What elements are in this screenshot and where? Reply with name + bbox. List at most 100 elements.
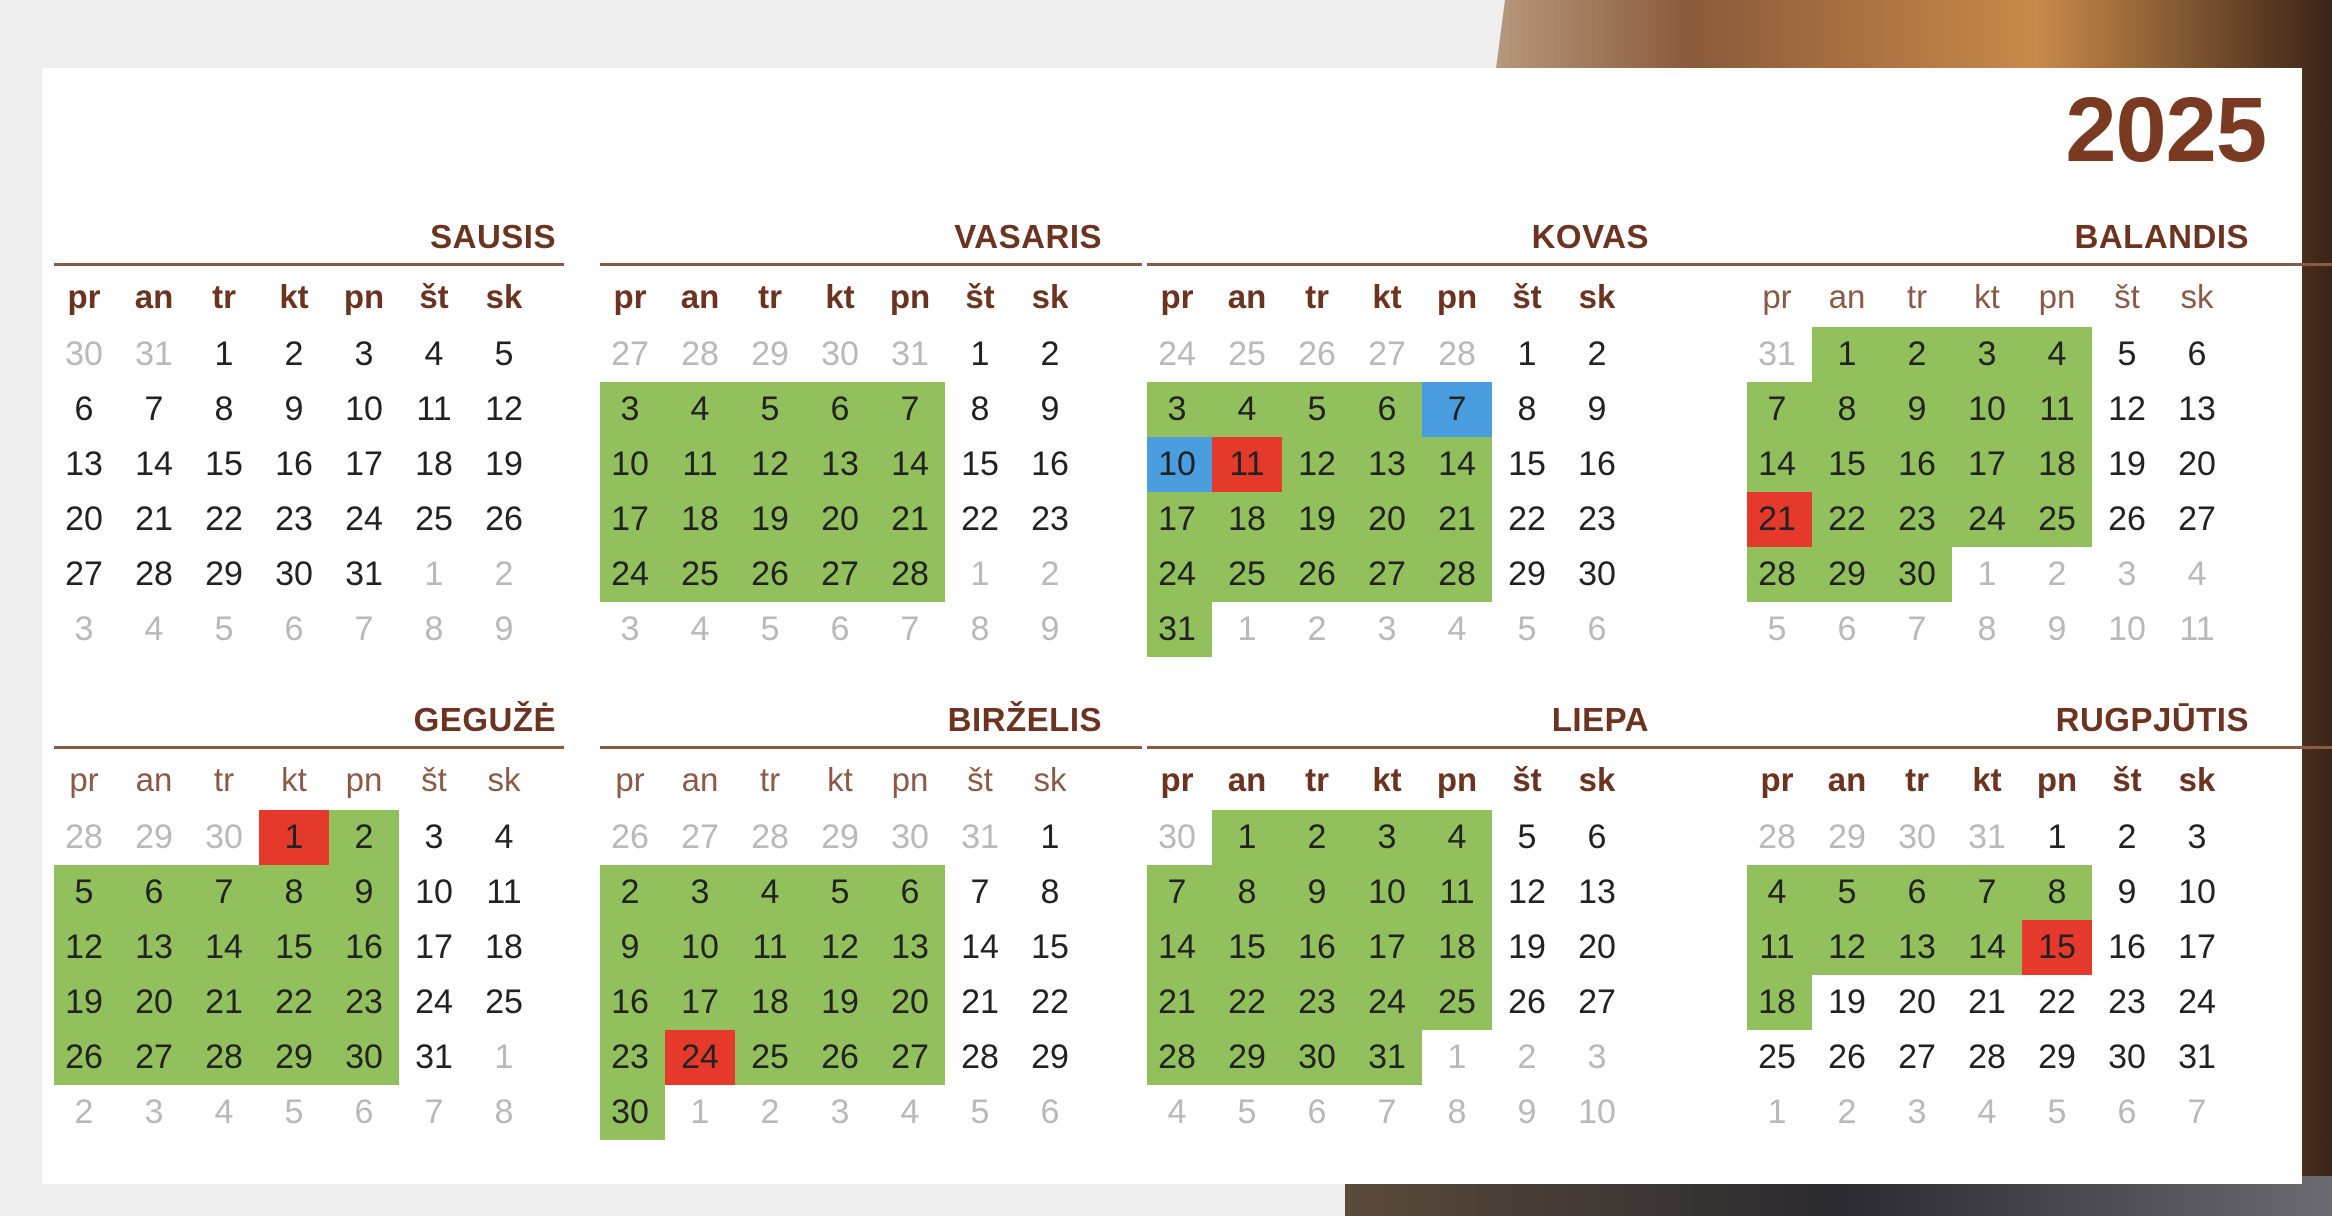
weekday-header: tr	[212, 278, 236, 315]
weekday-header: kt	[1372, 761, 1402, 798]
calendar-day: 4	[690, 390, 710, 428]
weekday-header: sk	[487, 761, 521, 798]
weekday-header: tr	[1905, 761, 1929, 798]
calendar-day: 20	[1578, 928, 1616, 966]
calendar-day: 19	[1508, 928, 1546, 966]
calendar-day: 15	[275, 928, 313, 966]
calendar-day: 9	[284, 390, 304, 428]
calendar-day: 30	[611, 1093, 649, 1131]
calendar-day: 23	[1578, 500, 1616, 538]
calendar-day: 27	[1578, 983, 1616, 1021]
calendar-day: 12	[485, 390, 523, 428]
month-title: BIRŽELIS	[947, 701, 1102, 738]
weekday-header: kt	[1372, 278, 1402, 315]
calendar-day: 7	[1167, 873, 1187, 911]
calendar-day: 11	[2039, 390, 2075, 428]
adjacent-month-day: 1	[970, 555, 990, 593]
calendar-day: 28	[1968, 1038, 2006, 1076]
calendar-day: 14	[1438, 445, 1476, 483]
adjacent-month-day: 29	[751, 335, 789, 373]
calendar-day: 3	[690, 873, 710, 911]
calendar-day: 15	[961, 445, 999, 483]
adjacent-month-day: 4	[2187, 555, 2207, 593]
adjacent-month-day: 31	[1968, 818, 2006, 856]
adjacent-month-day: 3	[1587, 1038, 1607, 1076]
calendar-day: 7	[1977, 873, 1997, 911]
calendar-day: 1	[1517, 335, 1537, 373]
calendar-day: 23	[1298, 983, 1336, 1021]
calendar-day: 15	[1228, 928, 1266, 966]
month-liepa: LIEPA pr an tr kt pn št sk 30 1 2 3 4 5 6 7 8 9 10 11 12 13 14…	[1147, 699, 1747, 1140]
calendar-day: 18	[415, 445, 453, 483]
calendar-day: 7	[214, 873, 234, 911]
calendar-day: 6	[74, 390, 94, 428]
calendar-day: 4	[760, 873, 780, 911]
calendar-day: 9	[1307, 873, 1327, 911]
calendar-day: 17	[611, 500, 649, 538]
calendar-day: 13	[1578, 873, 1616, 911]
calendar-day: 15	[205, 445, 243, 483]
adjacent-month-day: 5	[1517, 610, 1537, 648]
adjacent-month-day: 30	[65, 335, 103, 373]
calendar-day: 2	[620, 873, 640, 911]
calendar-day: 8	[1837, 390, 1857, 428]
adjacent-month-day: 2	[74, 1093, 94, 1131]
adjacent-month-day: 10	[2108, 610, 2146, 648]
weekday-header: kt	[827, 761, 853, 798]
adjacent-month-day: 31	[961, 818, 999, 856]
month-title: KOVAS	[1531, 218, 1649, 255]
calendar-day: 20	[821, 500, 859, 538]
calendar-day: 11	[486, 873, 522, 911]
calendar-day: 12	[821, 928, 859, 966]
calendar-day: 7	[970, 873, 990, 911]
weekday-header: pr	[69, 761, 99, 798]
weekday-header: kt	[825, 278, 855, 315]
calendar-day: 19	[1828, 983, 1866, 1021]
calendar-day: 6	[1587, 818, 1607, 856]
calendar-day: 10	[345, 390, 383, 428]
adjacent-month-day: 11	[2179, 610, 2215, 648]
calendar-day: 17	[2178, 928, 2216, 966]
calendar-day: 11	[1229, 445, 1265, 483]
calendar-day: 18	[1438, 928, 1476, 966]
adjacent-month-day: 3	[1377, 610, 1397, 648]
weekday-header: pn	[1436, 278, 1478, 315]
calendar-day: 14	[1158, 928, 1196, 966]
month-divider	[54, 263, 564, 266]
calendar-day: 27	[65, 555, 103, 593]
adjacent-month-day: 2	[1307, 610, 1327, 648]
weekday-header: pn	[2038, 278, 2076, 315]
adjacent-month-day: 30	[1158, 818, 1196, 856]
calendar-day: 19	[821, 983, 859, 1021]
calendar-day: 9	[1040, 390, 1060, 428]
adjacent-month-day: 7	[1907, 610, 1927, 648]
adjacent-month-day: 9	[2047, 610, 2067, 648]
calendar-day: 23	[2108, 983, 2146, 1021]
calendar-day: 17	[1158, 500, 1196, 538]
calendar-day: 12	[1298, 445, 1336, 483]
adjacent-month-day: 27	[611, 335, 649, 373]
weekday-header: pn	[345, 761, 383, 798]
calendar-day: 28	[135, 555, 173, 593]
calendar-day: 16	[1298, 928, 1336, 966]
month-title: BALANDIS	[2074, 218, 2249, 255]
weekday-header: sk	[2180, 278, 2214, 315]
adjacent-month-day: 5	[214, 610, 234, 648]
adjacent-month-day: 3	[1907, 1093, 1927, 1131]
calendar-day: 30	[1898, 555, 1936, 593]
weekday-header: pr	[67, 278, 101, 315]
calendar-day: 8	[1040, 873, 1060, 911]
calendar-day: 1	[1040, 818, 1060, 856]
weekday-header: tr	[1305, 761, 1329, 798]
calendar-day: 30	[275, 555, 313, 593]
month-divider	[1147, 263, 1747, 266]
calendar-day: 29	[2038, 1038, 2076, 1076]
calendar-day: 28	[1158, 1038, 1196, 1076]
calendar-day: 29	[1228, 1038, 1266, 1076]
weekday-header: št	[421, 761, 447, 798]
adjacent-month-day: 3	[74, 610, 94, 648]
weekday-header: tr	[1906, 278, 1928, 315]
adjacent-month-day: 4	[1447, 610, 1467, 648]
calendar-day: 29	[1508, 555, 1546, 593]
calendar-day: 20	[1368, 500, 1406, 538]
